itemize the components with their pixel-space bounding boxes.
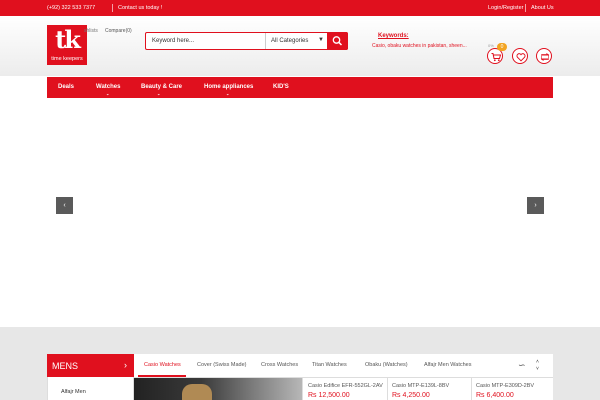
product-divider xyxy=(471,378,472,400)
tab-casio-watches[interactable]: Casio Watches xyxy=(144,362,181,368)
nav-item-label: KID'S xyxy=(273,84,289,90)
tab-cover-swiss-made[interactable]: Cover (Swiss Made) xyxy=(197,362,247,368)
search-input[interactable]: Keyword here... xyxy=(152,38,194,44)
featured-product-image[interactable] xyxy=(134,378,302,400)
tab-alfajr-men-watches[interactable]: Alfajr Men Watches xyxy=(424,362,471,368)
chevron-right-icon: › xyxy=(534,202,537,209)
keywords-title: Keywords: xyxy=(378,33,409,39)
product-divider xyxy=(387,378,388,400)
contact-link[interactable]: Contact us today ! xyxy=(118,5,162,11)
chevron-down-icon[interactable]: ˅ xyxy=(536,366,539,372)
tab-scroll-arrows[interactable]: ˄ ˅ xyxy=(536,359,539,373)
chevron-left-icon: ‹ xyxy=(63,202,66,209)
chevron-down-icon: ⌄ xyxy=(157,91,161,96)
product-name[interactable]: Casio MTP-E139L-8BV xyxy=(392,383,449,389)
nav-item-label: Deals xyxy=(58,84,75,90)
page: (+92) 322 533 7377 Contact us today ! Lo… xyxy=(0,0,600,400)
chevron-down-icon: ⌄ xyxy=(106,91,110,96)
hero-slider xyxy=(0,98,600,327)
wishlist-button[interactable] xyxy=(512,48,528,64)
compare-button[interactable] xyxy=(536,48,552,64)
tab-titan-watches[interactable]: Titan Watches xyxy=(312,362,347,368)
logo-mark: tk xyxy=(55,25,81,54)
main-nav: Deals Watches ⌄ Beauty & Care ⌄ Home app… xyxy=(47,77,553,98)
wishlist-link[interactable]: shlists xyxy=(84,28,98,34)
chevron-right-icon: › xyxy=(124,360,127,370)
slider-prev-button[interactable]: ‹ xyxy=(56,197,73,214)
site-logo[interactable]: tk time keepers xyxy=(47,25,87,65)
nav-item-label: Beauty & Care xyxy=(141,84,183,90)
logo-name: time keepers xyxy=(51,56,83,62)
watch-band-shape xyxy=(182,384,212,400)
search-button[interactable] xyxy=(327,32,348,50)
chevron-up-icon[interactable]: ˄ xyxy=(536,359,539,365)
category-select[interactable]: All Categories xyxy=(271,38,308,44)
header: tk time keepers shlists Compare(0) Keywo… xyxy=(0,16,600,76)
product-price: Rs 6,400.00 xyxy=(476,392,514,399)
brand-signature-icon: ∽ xyxy=(518,360,526,370)
tab-cross-watches[interactable]: Cross Watches xyxy=(261,362,298,368)
search-divider xyxy=(265,33,266,49)
tab-obaku-watches[interactable]: Obaku (Watches) xyxy=(365,362,408,368)
chevron-down-icon[interactable]: ▼ xyxy=(318,37,324,43)
chevron-down-icon: ⌄ xyxy=(226,91,230,96)
product-name[interactable]: Casio Edifice EFR-552GL-2AV xyxy=(308,383,383,389)
cart-icon xyxy=(491,53,501,62)
category-header-mens[interactable]: MENS › xyxy=(47,354,134,377)
top-bar-divider xyxy=(112,4,113,12)
product-price: Rs 12,500.00 xyxy=(308,392,350,399)
product-divider xyxy=(302,378,303,400)
search-bar: Keyword here... All Categories ▼ xyxy=(145,32,348,50)
about-us-link[interactable]: About Us xyxy=(531,5,554,11)
nav-item-label: Home appliances xyxy=(204,84,254,90)
phone-number: (+92) 322 533 7377 xyxy=(47,5,96,11)
login-register-link[interactable]: Login/Register xyxy=(488,5,523,11)
product-price: Rs 4,250.00 xyxy=(392,392,430,399)
cart-count-badge: 0 xyxy=(497,43,507,51)
slider-next-button[interactable]: › xyxy=(527,197,544,214)
search-icon xyxy=(332,36,343,46)
top-bar-divider xyxy=(525,4,526,12)
nav-item-label: Watches xyxy=(96,84,121,90)
category-item-alfajr-men[interactable]: Alfajr Men xyxy=(61,389,86,395)
heart-icon xyxy=(516,53,526,62)
compare-icon xyxy=(540,53,550,61)
compare-link[interactable]: Compare(0) xyxy=(105,28,132,34)
top-bar: (+92) 322 533 7377 Contact us today ! Lo… xyxy=(0,0,600,16)
category-title: MENS xyxy=(52,361,79,371)
product-name[interactable]: Casio MTP-E309D-2BV xyxy=(476,383,534,389)
keywords-links[interactable]: Casio, obaku watches in pakistan, sheen.… xyxy=(372,43,467,49)
